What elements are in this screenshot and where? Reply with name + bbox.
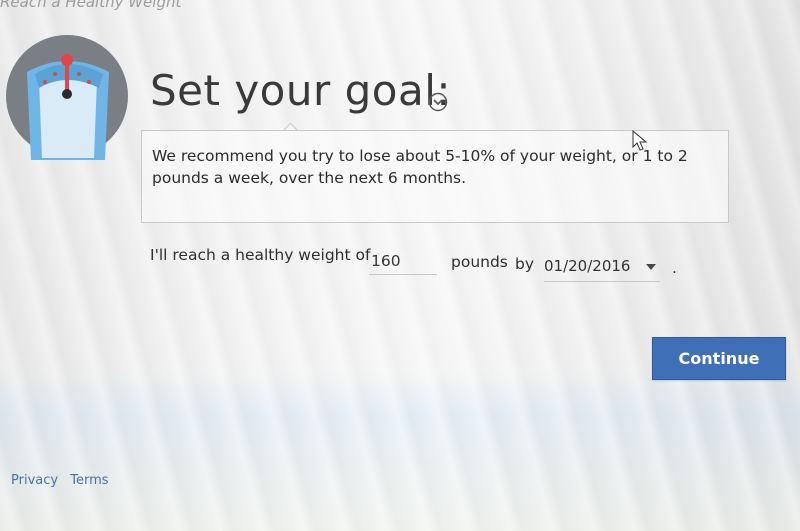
pounds-label: pounds (451, 253, 508, 271)
dropdown-arrow-icon (646, 264, 656, 270)
recommendation-text: We recommend you try to lose about 5-10%… (152, 147, 688, 187)
chevron-down-circle-icon[interactable] (428, 92, 448, 112)
weight-label: I'll reach a healthy weight of (150, 246, 371, 264)
target-weight-input[interactable] (369, 248, 437, 275)
scale-icon (5, 30, 129, 160)
continue-button[interactable]: Continue (652, 337, 786, 380)
page-header-title: Reach a Healthy Weight (0, 0, 182, 11)
by-label: by (515, 255, 535, 273)
page-title: Set your goal: (150, 66, 452, 115)
sentence-period: . (672, 259, 677, 277)
target-date-value: 01/20/2016 (544, 257, 631, 275)
privacy-link[interactable]: Privacy (11, 473, 58, 488)
footer-links: Privacy Terms (11, 473, 117, 488)
target-date-select[interactable]: 01/20/2016 (544, 255, 660, 282)
terms-link[interactable]: Terms (70, 473, 108, 488)
mouse-cursor-icon (632, 129, 648, 156)
